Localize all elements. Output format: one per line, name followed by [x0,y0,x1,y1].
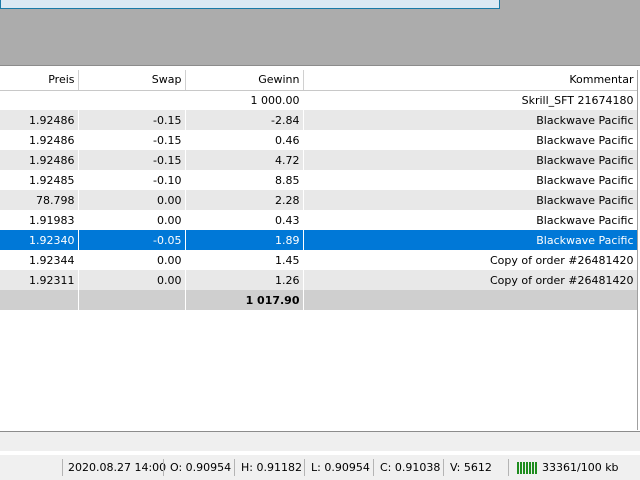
status-separator [508,459,509,476]
cell-kommentar: Copy of order #26481420 [303,270,638,290]
cell-kommentar: Blackwave Pacific [303,130,638,150]
cell-preis: 1.92486 [0,130,79,150]
cell-gewinn: 4.72 [185,150,304,170]
cell-kommentar: Copy of order #26481420 [303,250,638,270]
status-datetime: 2020.08.27 14:00 [68,461,167,474]
signal-bars-icon [517,462,539,474]
table-row[interactable]: 1.92344 0.00 1.45 Copy of order #26481420 [0,250,638,270]
horizontal-scroll-area[interactable] [0,431,640,451]
cell-kommentar: Blackwave Pacific [303,210,638,230]
column-header-kommentar[interactable]: Kommentar [303,70,638,91]
chart-area [0,0,640,65]
cell-swap: -0.10 [78,170,186,190]
cell-preis: 1.92340 [0,230,79,250]
cell-swap: 0.00 [78,250,186,270]
cell-preis: 1.92311 [0,270,79,290]
cell-kommentar: Blackwave Pacific [303,110,638,130]
cell-swap: -0.15 [78,110,186,130]
cell-preis: 1.92486 [0,110,79,130]
table-row[interactable]: 1.92486 -0.15 0.46 Blackwave Pacific [0,130,638,150]
cell-gewinn: 1.26 [185,270,304,290]
table-header: Preis Swap Gewinn Kommentar [0,70,638,91]
cell-kommentar: Blackwave Pacific [303,170,638,190]
cell-gewinn: 0.46 [185,130,304,150]
cell-kommentar: Blackwave Pacific [303,190,638,210]
cell-swap: -0.15 [78,150,186,170]
cell-swap: 0.00 [78,190,186,210]
cell-gewinn: 1.89 [185,230,304,250]
cell-preis: 1.92344 [0,250,79,270]
table-row-selected[interactable]: 1.92340 -0.05 1.89 Blackwave Pacific [0,230,638,250]
cell-gewinn: 1.45 [185,250,304,270]
cell-preis: 1.92486 [0,150,79,170]
table-row[interactable]: 1.92486 -0.15 -2.84 Blackwave Pacific [0,110,638,130]
table-row[interactable]: 1.91983 0.00 0.43 Blackwave Pacific [0,210,638,230]
column-header-swap[interactable]: Swap [78,70,186,91]
status-separator [373,459,374,476]
account-history-table: Preis Swap Gewinn Kommentar 1 000.00 Skri… [0,70,638,310]
cell-kommentar: Blackwave Pacific [303,150,638,170]
cell-gewinn: 1 000.00 [185,90,304,110]
status-traffic: 33361/100 kb [542,461,619,474]
cell-preis: 1.92485 [0,170,79,190]
table-row[interactable]: 1.92311 0.00 1.26 Copy of order #26481420 [0,270,638,290]
status-volume: V: 5612 [450,461,492,474]
cell-swap: 0.00 [78,270,186,290]
cell-swap: 0.00 [78,210,186,230]
cell-preis: 78.798 [0,190,79,210]
cell-swap [78,90,186,110]
status-bar: 2020.08.27 14:00 O: 0.90954 H: 0.91182 L… [0,455,640,480]
cell-gewinn: 0.43 [185,210,304,230]
table-body: 1 000.00 Skrill_SFT 21674180 1.92486 -0.15-… [0,90,638,310]
cell-gewinn: 2.28 [185,190,304,210]
cell-gewinn: 8.85 [185,170,304,190]
status-separator [234,459,235,476]
cell-preis: 1.91983 [0,210,79,230]
status-low: L: 0.90954 [311,461,370,474]
table-row[interactable]: 1 000.00 Skrill_SFT 21674180 [0,90,638,110]
column-header-preis[interactable]: Preis [0,70,79,91]
cell-preis [0,90,79,110]
cell-swap: -0.05 [78,230,186,250]
status-separator [304,459,305,476]
divider [0,65,640,66]
table-row[interactable]: 1.92485 -0.10 8.85 Blackwave Pacific [0,170,638,190]
cell-kommentar: Skrill_SFT 21674180 [303,90,638,110]
total-gewinn: 1 017.90 [185,290,304,310]
status-separator [443,459,444,476]
cell-kommentar: Blackwave Pacific [303,230,638,250]
total-swap [78,290,186,310]
top-panel [0,0,500,9]
status-separator [163,459,164,476]
column-header-gewinn[interactable]: Gewinn [185,70,304,91]
total-kommentar [303,290,638,310]
status-close: C: 0.91038 [380,461,441,474]
cell-swap: -0.15 [78,130,186,150]
table-row[interactable]: 1.92486 -0.15 4.72 Blackwave Pacific [0,150,638,170]
cell-gewinn: -2.84 [185,110,304,130]
table-total-row: 1 017.90 [0,290,638,310]
status-open: O: 0.90954 [170,461,232,474]
status-separator [62,459,63,476]
table-row[interactable]: 78.798 0.00 2.28 Blackwave Pacific [0,190,638,210]
status-high: H: 0.91182 [241,461,302,474]
total-preis [0,290,79,310]
table-right-border [637,70,638,430]
